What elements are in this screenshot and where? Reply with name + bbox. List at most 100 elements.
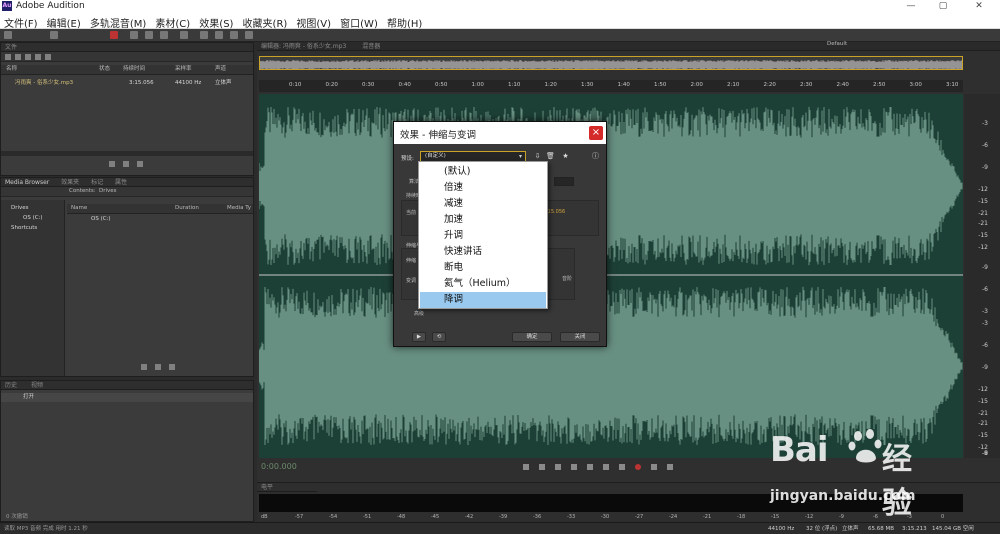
waveform-display[interactable]: [259, 94, 963, 458]
db-tick: -21: [978, 220, 988, 227]
media-loop-icon[interactable]: [155, 364, 161, 370]
ok-button[interactable]: 确定: [512, 332, 552, 342]
shift-label: 变调: [406, 278, 417, 284]
loop-icon[interactable]: [123, 161, 129, 167]
minimize-button[interactable]: —: [900, 0, 922, 12]
skip-icon[interactable]: [667, 464, 673, 470]
col-name[interactable]: 名称: [6, 65, 17, 74]
timeline-tick: 1:40: [617, 82, 630, 88]
media-browser-tabs: Media Browser 效果夹 标记 属性: [1, 178, 253, 187]
tab-editor[interactable]: 编辑器: 冯雨爽 - 俗系少女.mp3: [261, 43, 346, 50]
maximize-button[interactable]: ▢: [932, 0, 954, 12]
save-preset-icon[interactable]: ⇩: [534, 153, 541, 160]
level-tick: -9: [839, 514, 844, 520]
spectral-icon[interactable]: [110, 31, 118, 39]
preset-option-fast-talk[interactable]: 快速讲话: [420, 244, 546, 260]
file-row[interactable]: 冯雨爽 - 俗系少女.mp3 3:15.056 44100 Hz 立体声: [1, 79, 253, 89]
tab-effects-rack[interactable]: 效果夹: [61, 179, 79, 186]
loop-playback-icon[interactable]: [651, 464, 657, 470]
preset-option-default[interactable]: (默认): [420, 164, 546, 180]
tree-shortcuts[interactable]: Shortcuts: [11, 224, 37, 232]
preset-option-pitch-up[interactable]: 升调: [420, 228, 546, 244]
col-media-type[interactable]: Media Ty: [227, 204, 251, 213]
contents-value[interactable]: Drives: [99, 187, 117, 196]
lasso-icon[interactable]: [215, 31, 223, 39]
preset-option-slow-down[interactable]: 减速: [420, 196, 546, 212]
rewind-start-icon[interactable]: [571, 464, 577, 470]
dialog-close-button[interactable]: ×: [589, 126, 603, 140]
level-tick: -39: [499, 514, 508, 520]
algorithm-select[interactable]: [554, 177, 574, 186]
status-bar: 读取 MP3 音频 完成 用时 1.21 秒 44100 Hz 32 位 (浮点…: [0, 522, 1000, 534]
move-tool-icon[interactable]: [130, 31, 138, 39]
timeline-ruler[interactable]: 0:10 0:20 0:30 0:40 0:50 1:00 1:10 1:20 1:30 1:40…: [259, 80, 963, 92]
tree-drives[interactable]: Drives: [11, 204, 29, 212]
play-icon[interactable]: [109, 161, 115, 167]
tab-mixer[interactable]: 混音器: [362, 43, 380, 50]
levels-tab[interactable]: 电平: [257, 483, 317, 492]
col-rate[interactable]: 采样率: [175, 65, 192, 74]
preview-play-button[interactable]: ▶: [412, 332, 426, 342]
volume-icon[interactable]: [137, 161, 143, 167]
close-window-button[interactable]: ✕: [968, 0, 990, 12]
marquee-icon[interactable]: [200, 31, 208, 39]
close-button[interactable]: 关闭: [560, 332, 600, 342]
waveform-view-icon[interactable]: [4, 31, 12, 39]
stop-icon[interactable]: [523, 464, 529, 470]
preset-option-double-speed[interactable]: 倍速: [420, 180, 546, 196]
multitrack-view-icon[interactable]: [50, 31, 58, 39]
db-tick: -12: [978, 386, 988, 393]
record-icon[interactable]: [635, 464, 641, 470]
dialog-title-bar[interactable]: 效果 - 伸缩与变调 ×: [394, 122, 606, 144]
preset-option-pitch-down[interactable]: 降调: [420, 292, 546, 308]
razor-tool-icon[interactable]: [145, 31, 153, 39]
col-channels[interactable]: 声道: [215, 65, 226, 74]
workspace-preset[interactable]: Default: [827, 40, 847, 48]
preset-option-helium[interactable]: 氦气（Helium）: [420, 276, 546, 292]
preset-option-power-off[interactable]: 断电: [420, 260, 546, 276]
media-volume-icon[interactable]: [169, 364, 175, 370]
overview-path: [260, 60, 962, 69]
close-file-icon[interactable]: [45, 54, 51, 60]
forward-end-icon[interactable]: [619, 464, 625, 470]
history-row[interactable]: 打开: [1, 393, 253, 402]
col-media-name[interactable]: Name: [71, 204, 87, 213]
files-tab[interactable]: 文件: [1, 43, 253, 52]
open-icon[interactable]: [15, 54, 21, 60]
new-file-icon[interactable]: [35, 54, 41, 60]
info-icon[interactable]: ⓘ: [592, 153, 599, 160]
tree-os-c[interactable]: OS (C:): [23, 214, 43, 222]
tab-properties[interactable]: 属性: [115, 179, 127, 186]
spot-heal-icon[interactable]: [245, 31, 253, 39]
col-status[interactable]: 状态: [99, 65, 110, 74]
col-media-duration[interactable]: Duration: [175, 204, 199, 213]
app-logo: Au: [2, 1, 12, 11]
preset-option-speed-up[interactable]: 加速: [420, 212, 546, 228]
time-selection-icon[interactable]: [180, 31, 188, 39]
file-channels: 立体声: [215, 80, 232, 86]
files-scrollbar[interactable]: [1, 151, 253, 156]
tab-history[interactable]: 历史: [5, 382, 17, 389]
slip-tool-icon[interactable]: [160, 31, 168, 39]
import-icon[interactable]: [25, 54, 31, 60]
media-row-os-c[interactable]: OS (C:): [91, 215, 111, 223]
db-tick: -12: [978, 244, 988, 251]
brush-icon[interactable]: [230, 31, 238, 39]
media-play-icon[interactable]: [141, 364, 147, 370]
favorite-star-icon[interactable]: ★: [562, 153, 569, 160]
play-transport-icon[interactable]: [539, 464, 545, 470]
advanced-toggle[interactable]: 高级: [414, 310, 424, 317]
folder-icon[interactable]: [5, 54, 11, 60]
watermark-suffix: 经验: [882, 442, 912, 521]
col-duration[interactable]: 持续时间: [123, 65, 145, 74]
chevron-down-icon: ▾: [518, 153, 522, 160]
tab-media-browser[interactable]: Media Browser: [5, 179, 49, 186]
tab-markers[interactable]: 标记: [91, 179, 103, 186]
delete-preset-icon[interactable]: 🗑: [546, 153, 555, 160]
waveform-overview[interactable]: [259, 56, 963, 70]
rewind-icon[interactable]: [587, 464, 593, 470]
preview-loop-button[interactable]: ⟲: [432, 332, 446, 342]
forward-icon[interactable]: [603, 464, 609, 470]
pause-icon[interactable]: [555, 464, 561, 470]
tab-video[interactable]: 视频: [31, 382, 43, 389]
